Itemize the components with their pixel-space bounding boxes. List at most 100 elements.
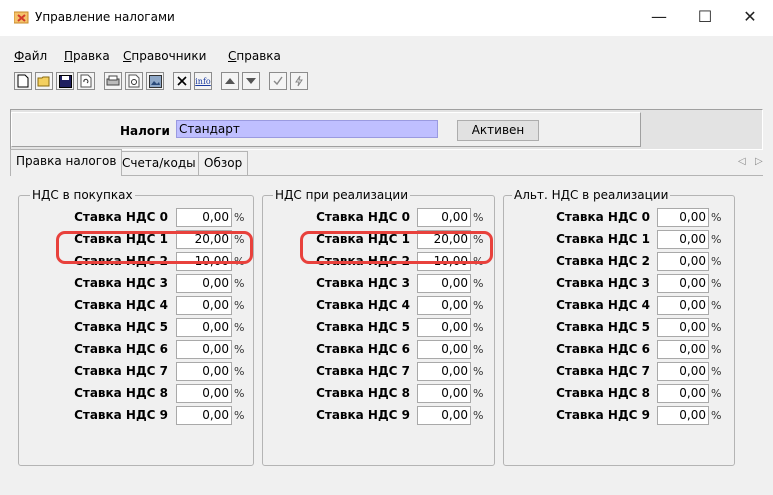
info-icon[interactable]: info: [194, 72, 212, 90]
rate-label: Ставка НДС 9: [556, 408, 650, 422]
menu-edit[interactable]: Правка: [64, 49, 110, 63]
arrow-up-icon[interactable]: [221, 72, 239, 90]
tab-scroll-left-icon[interactable]: ◁: [738, 156, 746, 167]
rate-label: Ставка НДС 5: [556, 320, 650, 334]
rate-input[interactable]: 0,00: [176, 274, 232, 293]
tax-management-window: Управление налогами — ☐ ✕ Файл Правка Сп…: [0, 0, 773, 495]
rate-label: Ставка НДС 8: [316, 386, 410, 400]
rate-input[interactable]: 0,00: [657, 406, 709, 425]
rate-label: Ставка НДС 0: [556, 210, 650, 224]
percent-sign: %: [234, 387, 245, 400]
toolbar: info: [0, 68, 773, 98]
rate-input[interactable]: 0,00: [176, 318, 232, 337]
rate-input[interactable]: 0,00: [417, 406, 471, 425]
rate-input[interactable]: 0,00: [417, 384, 471, 403]
rate-input[interactable]: 0,00: [176, 296, 232, 315]
maximize-button[interactable]: ☐: [682, 0, 728, 36]
percent-sign: %: [711, 299, 722, 312]
window-title: Управление налогами: [35, 10, 175, 24]
rate-label: Ставка НДС 0: [316, 210, 410, 224]
rate-input[interactable]: 0,00: [417, 208, 471, 227]
percent-sign: %: [234, 409, 245, 422]
rate-input[interactable]: 0,00: [657, 318, 709, 337]
percent-sign: %: [711, 277, 722, 290]
rate-input[interactable]: 0,00: [176, 406, 232, 425]
percent-sign: %: [711, 343, 722, 356]
rate-label: Ставка НДС 1: [556, 232, 650, 246]
tab-accounts-codes[interactable]: Счета/коды: [116, 151, 202, 175]
rate-label: Ставка НДС 8: [74, 386, 168, 400]
rate-label: Ставка НДС 8: [556, 386, 650, 400]
close-button[interactable]: ✕: [727, 0, 773, 36]
percent-sign: %: [473, 387, 484, 400]
percent-sign: %: [711, 321, 722, 334]
rate-input[interactable]: 0,00: [657, 296, 709, 315]
rate-input[interactable]: 0,00: [657, 208, 709, 227]
group-title: НДС в покупках: [30, 188, 135, 202]
delete-icon[interactable]: [173, 72, 191, 90]
rate-label: Ставка НДС 3: [316, 276, 410, 290]
rate-label: Ставка НДС 7: [74, 364, 168, 378]
rate-input[interactable]: 0,00: [657, 340, 709, 359]
active-button[interactable]: Активен: [457, 120, 539, 141]
rate-input[interactable]: 0,00: [417, 340, 471, 359]
percent-sign: %: [473, 343, 484, 356]
percent-sign: %: [234, 365, 245, 378]
percent-sign: %: [234, 299, 245, 312]
app-icon: [14, 11, 29, 24]
percent-sign: %: [473, 321, 484, 334]
open-folder-icon[interactable]: [35, 72, 53, 90]
arrow-down-icon[interactable]: [242, 72, 260, 90]
new-doc-icon[interactable]: [14, 72, 32, 90]
tax-name-field[interactable]: Стандарт: [176, 120, 438, 138]
menu-bar: Файл Правка Справочники Справка: [0, 36, 773, 66]
percent-sign: %: [234, 211, 245, 224]
menu-help[interactable]: Справка: [228, 49, 281, 63]
rate-label: Ставка НДС 5: [74, 320, 168, 334]
save-icon[interactable]: [56, 72, 74, 90]
rate-input[interactable]: 0,00: [417, 274, 471, 293]
rate-input[interactable]: 0,00: [657, 362, 709, 381]
title-bar: Управление налогами — ☐ ✕: [0, 0, 773, 36]
rate-input[interactable]: 0,00: [417, 296, 471, 315]
percent-sign: %: [473, 299, 484, 312]
rate-input[interactable]: 0,00: [657, 384, 709, 403]
rate-input[interactable]: 0,00: [657, 252, 709, 271]
percent-sign: %: [234, 321, 245, 334]
rate-input[interactable]: 0,00: [657, 230, 709, 249]
info-label: info: [195, 76, 211, 86]
rate-input[interactable]: 0,00: [657, 274, 709, 293]
rate-label: Ставка НДС 4: [316, 298, 410, 312]
rate-input[interactable]: 0,00: [176, 340, 232, 359]
print-icon[interactable]: [104, 72, 122, 90]
rate-input[interactable]: 0,00: [417, 318, 471, 337]
rate-label: Ставка НДС 6: [74, 342, 168, 356]
image-icon[interactable]: [146, 72, 164, 90]
rate-label: Ставка НДС 0: [74, 210, 168, 224]
minimize-button[interactable]: —: [636, 0, 682, 36]
rate-input[interactable]: 0,00: [176, 384, 232, 403]
rate-input[interactable]: 0,00: [176, 208, 232, 227]
percent-sign: %: [473, 211, 484, 224]
menu-references[interactable]: Справочники: [123, 49, 206, 63]
check-icon[interactable]: [269, 72, 287, 90]
rate-label: Ставка НДС 4: [74, 298, 168, 312]
refresh-icon[interactable]: [77, 72, 95, 90]
rate-label: Ставка НДС 2: [556, 254, 650, 268]
tab-tax-edit[interactable]: Правка налогов: [10, 149, 123, 176]
percent-sign: %: [711, 255, 722, 268]
highlight-purchase-rate-1: [56, 231, 253, 264]
tab-overview[interactable]: Обзор: [198, 151, 249, 175]
rate-label: Ставка НДС 3: [74, 276, 168, 290]
percent-sign: %: [473, 277, 484, 290]
rate-label: Ставка НДС 6: [556, 342, 650, 356]
rate-label: Ставка НДС 9: [316, 408, 410, 422]
percent-sign: %: [711, 409, 722, 422]
rate-input[interactable]: 0,00: [176, 362, 232, 381]
print-preview-icon[interactable]: [125, 72, 143, 90]
lightning-icon[interactable]: [290, 72, 308, 90]
rate-label: Ставка НДС 6: [316, 342, 410, 356]
menu-file[interactable]: Файл: [14, 49, 47, 63]
tab-scroll-right-icon[interactable]: ▷: [755, 156, 763, 167]
rate-input[interactable]: 0,00: [417, 362, 471, 381]
